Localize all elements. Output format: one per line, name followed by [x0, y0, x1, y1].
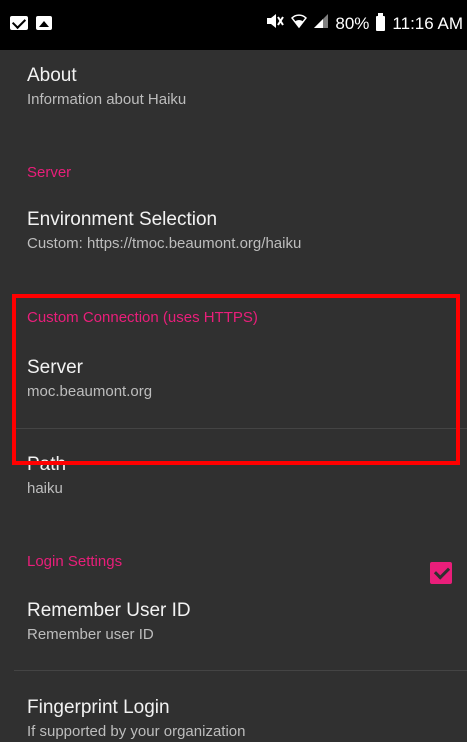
highlight-box: [12, 294, 460, 465]
remember-user-title: Remember User ID: [27, 600, 191, 621]
path-subtitle: haiku: [27, 480, 63, 497]
environment-selection-item[interactable]: Environment Selection Custom: https://tm…: [27, 208, 301, 254]
status-bar-right: 80% 11:16 AM: [266, 13, 463, 34]
clock: 11:16 AM: [392, 13, 463, 33]
mail-icon: [10, 16, 28, 30]
about-title: About: [27, 65, 77, 86]
battery-percent: 80%: [335, 13, 370, 33]
fingerprint-subtitle: If supported by your organization: [27, 723, 246, 740]
remember-user-id-item[interactable]: Remember User ID Remember user ID: [27, 599, 191, 645]
settings-screen: 80% 11:16 AM About Information about Hai…: [0, 0, 467, 742]
remember-user-checkbox[interactable]: [430, 562, 452, 584]
environment-title: Environment Selection: [27, 209, 218, 230]
fingerprint-login-item[interactable]: Fingerprint Login If supported by your o…: [27, 696, 245, 742]
status-bar: 80% 11:16 AM: [0, 0, 467, 50]
wifi-icon: [291, 13, 308, 34]
status-bar-left: [10, 16, 52, 30]
battery-icon: [376, 13, 386, 31]
image-icon: [36, 16, 52, 30]
fingerprint-title: Fingerprint Login: [27, 697, 170, 718]
section-header-server: Server: [27, 164, 72, 181]
signal-icon: [314, 14, 329, 33]
remember-user-subtitle: Remember user ID: [27, 626, 154, 643]
section-header-login-settings: Login Settings: [27, 553, 123, 570]
divider: [14, 670, 467, 671]
about-item[interactable]: About Information about Haiku: [27, 64, 186, 110]
environment-subtitle: Custom: https://tmoc.beaumont.org/haiku: [27, 235, 302, 252]
about-subtitle: Information about Haiku: [27, 91, 187, 108]
mute-icon: [266, 13, 285, 34]
